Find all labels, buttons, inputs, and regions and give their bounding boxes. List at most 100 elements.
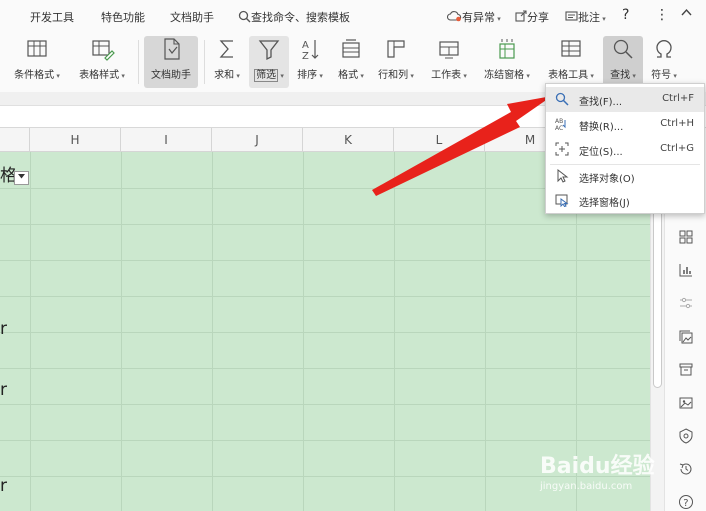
comment-icon: [565, 11, 578, 21]
sort-button[interactable]: AZ 排序 ▾: [292, 36, 328, 88]
column-header-j[interactable]: J: [212, 128, 303, 152]
grid-line: [0, 224, 650, 225]
image-gallery-icon[interactable]: [678, 329, 694, 345]
sum-button[interactable]: 求和 ▾: [210, 36, 244, 88]
chevron-down-icon: [18, 174, 25, 179]
menu-item-selection-pane[interactable]: 选择窗格(J): [546, 188, 704, 213]
find-dropdown-menu: 查找(F)... Ctrl+F AB AC 替换(R)... Ctrl+H 定位(…: [545, 83, 705, 214]
worksheet-button[interactable]: 工作表 ▾: [425, 36, 473, 88]
format-icon: [338, 36, 364, 62]
grid-view-icon[interactable]: [678, 229, 694, 245]
grid-line: [0, 332, 650, 333]
status-label: 有异常: [462, 11, 495, 24]
select-object-icon: [555, 168, 569, 183]
filter-button[interactable]: 筛选 ▾: [249, 36, 289, 88]
menu-item-select-object-label: 选择对象(O): [579, 174, 635, 185]
format-label: 格式: [338, 70, 359, 81]
tab-doc-assistant[interactable]: 文档助手: [170, 9, 214, 25]
doc-assistant-button[interactable]: 文档助手: [144, 36, 198, 88]
status-indicator[interactable]: 有异常 ▾: [447, 9, 501, 25]
menu-item-select-object[interactable]: 选择对象(O): [546, 164, 704, 189]
selection-pane-icon: [555, 193, 569, 208]
chevron-down-icon: ▾: [671, 72, 677, 80]
chevron-down-icon: ▾: [588, 72, 594, 80]
share-label: 分享: [527, 11, 549, 24]
filter-label: 筛选: [254, 69, 279, 82]
cell-text: r: [0, 476, 7, 496]
menu-item-replace[interactable]: AB AC 替换(R)... Ctrl+H: [546, 112, 704, 137]
rows-cols-button[interactable]: 行和列 ▾: [374, 36, 418, 88]
shield-icon[interactable]: [678, 428, 694, 444]
sort-icon: AZ: [297, 36, 323, 62]
cloud-alert-icon: [447, 11, 462, 22]
cell-text: r: [0, 319, 7, 339]
menu-item-locate-shortcut: Ctrl+G: [660, 143, 694, 154]
column-header-h[interactable]: H: [30, 128, 121, 152]
column-header-i[interactable]: I: [121, 128, 212, 152]
menu-item-selection-pane-label: 选择窗格(J): [579, 198, 630, 209]
doc-assistant-label: 文档助手: [151, 70, 191, 81]
share-button[interactable]: 分享: [515, 9, 549, 25]
symbol-label: 符号: [651, 70, 672, 81]
chevron-down-icon: ▾: [358, 72, 364, 80]
chevron-down-icon: ▾: [278, 72, 284, 80]
svg-text:AC: AC: [555, 125, 563, 131]
archive-icon[interactable]: [678, 361, 694, 377]
chart-icon[interactable]: [678, 262, 694, 278]
more-options-button[interactable]: ⋮: [655, 7, 669, 23]
freeze-panes-label: 冻结窗格: [484, 70, 525, 81]
grid-line: [0, 296, 650, 297]
find-icon: [610, 36, 636, 62]
filter-dropdown-button[interactable]: [14, 171, 29, 185]
worksheet-icon: [436, 36, 462, 62]
column-header-partial[interactable]: [0, 128, 30, 152]
svg-text:?: ?: [683, 498, 688, 509]
find-button[interactable]: 查找 ▾: [603, 36, 643, 88]
search-icon: [555, 92, 569, 106]
baidu-watermark: Baidu经验 jingyan.baidu.com: [540, 448, 670, 508]
worksheet-label: 工作表: [431, 70, 462, 81]
comment-button[interactable]: 批注 ▾: [565, 9, 606, 25]
chevron-down-icon: ▾: [495, 15, 501, 23]
menu-item-find[interactable]: 查找(F)... Ctrl+F: [546, 87, 704, 112]
sort-label: 排序: [297, 70, 318, 81]
format-button[interactable]: 格式 ▾: [333, 36, 369, 88]
image-icon[interactable]: [678, 395, 694, 411]
tab-developer-tools[interactable]: 开发工具: [30, 9, 74, 25]
grid-line: [0, 260, 650, 261]
search-icon: [238, 10, 251, 23]
history-icon[interactable]: [678, 461, 694, 477]
menu-bar: 开发工具 特色功能 文档助手 查找命令、搜索模板 有异常 ▾ 分享 批注 ▾ ?…: [0, 0, 706, 34]
table-style-icon: [89, 36, 115, 62]
table-style-label: 表格样式: [79, 70, 120, 81]
watermark-logo: Baidu经验: [540, 454, 655, 479]
sum-icon: [214, 36, 240, 62]
filter-icon: [256, 36, 282, 62]
replace-icon: AB AC: [555, 117, 569, 132]
grid-line: [0, 404, 650, 405]
help-circle-icon[interactable]: ?: [678, 494, 694, 510]
menu-item-replace-shortcut: Ctrl+H: [660, 118, 694, 129]
adjust-icon[interactable]: [678, 295, 694, 311]
locate-icon: [555, 142, 569, 156]
table-tools-button[interactable]: 表格工具 ▾: [542, 36, 600, 88]
command-search[interactable]: 查找命令、搜索模板: [238, 9, 350, 25]
menu-item-locate-label: 定位(S)...: [579, 147, 623, 158]
menu-item-find-label: 查找(F)...: [579, 97, 623, 108]
collapse-ribbon-button[interactable]: [680, 6, 693, 22]
ribbon-divider: [138, 40, 139, 84]
help-button[interactable]: ?: [622, 7, 629, 23]
column-header-k[interactable]: K: [303, 128, 394, 152]
sum-label: 求和: [214, 70, 235, 81]
share-icon: [515, 10, 527, 22]
column-header-l[interactable]: L: [394, 128, 485, 152]
table-style-button[interactable]: 表格样式 ▾: [73, 36, 131, 88]
symbol-icon: [651, 36, 677, 62]
tab-special-features[interactable]: 特色功能: [101, 9, 145, 25]
svg-text:A: A: [302, 40, 309, 51]
menu-item-locate[interactable]: 定位(S)... Ctrl+G: [546, 137, 704, 162]
conditional-format-button[interactable]: 条件格式 ▾: [8, 36, 66, 88]
chevron-down-icon: ▾: [600, 15, 606, 23]
freeze-panes-button[interactable]: 冻结窗格 ▾: [478, 36, 536, 88]
symbol-button[interactable]: 符号 ▾: [646, 36, 682, 88]
